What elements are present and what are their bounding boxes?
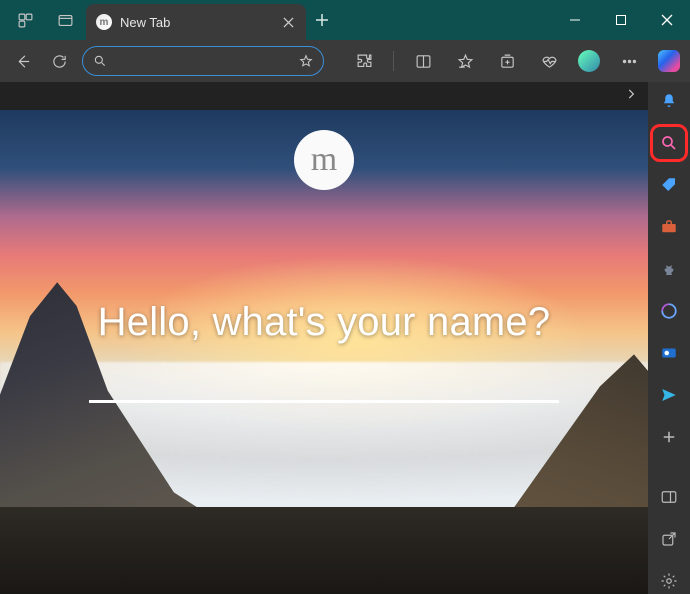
bell-icon [660,92,678,110]
outlook-icon [660,344,678,362]
collections-icon [499,53,516,70]
tab-actions-icon[interactable] [52,7,78,33]
browser-tab[interactable]: m New Tab [86,4,306,40]
address-bar[interactable] [82,46,324,76]
titlebar: m New Tab [0,0,690,40]
minimize-button[interactable] [552,0,598,40]
separator [393,51,394,71]
sidebar-search[interactable] [656,130,682,156]
close-icon [283,17,294,28]
plus-icon [315,13,329,27]
sidebar-office[interactable] [656,298,682,324]
window-controls [552,0,690,40]
back-icon [15,53,32,70]
sidebar-shopping[interactable] [656,172,682,198]
background-foreground [0,507,648,594]
new-tab-button[interactable] [306,0,338,40]
office-icon [660,302,678,320]
split-screen-button[interactable] [410,48,436,74]
sidebar [648,82,690,594]
panel-icon [660,488,678,506]
toolbar-right-group [351,48,680,74]
tab-favicon: m [96,14,112,30]
address-input[interactable] [115,54,291,69]
greeting-text: Hello, what's your name? [0,300,648,345]
plus-icon [660,428,678,446]
split-screen-icon [415,53,432,70]
profile-avatar[interactable] [578,50,600,72]
page-settings-chevron[interactable] [624,87,638,106]
page-content: m Hello, what's your name? [0,82,648,594]
favorites-star-icon [457,53,474,70]
search-icon [660,134,678,152]
browser-window: m New Tab [0,0,690,594]
refresh-icon [51,53,68,70]
name-input-underline[interactable] [89,400,559,403]
sidebar-outlook[interactable] [656,340,682,366]
back-button[interactable] [10,48,36,74]
close-tab-button[interactable] [280,14,296,30]
content-row: m Hello, what's your name? [0,82,690,594]
star-icon[interactable] [299,54,313,68]
send-icon [660,386,678,404]
sidebar-settings[interactable] [656,568,682,594]
sidebar-popout[interactable] [656,526,682,552]
gear-icon [660,572,678,590]
search-icon [93,54,107,68]
msn-logo: m [294,130,354,190]
briefcase-icon [660,218,678,236]
tag-icon [660,176,678,194]
refresh-button[interactable] [46,48,72,74]
sidebar-panel-toggle[interactable] [656,484,682,510]
collections-button[interactable] [494,48,520,74]
titlebar-left-group [0,0,78,40]
sidebar-tools[interactable] [656,214,682,240]
toolbar [0,40,690,82]
favorites-button[interactable] [452,48,478,74]
copilot-button[interactable] [658,50,680,72]
tab-title: New Tab [120,15,170,30]
extensions-button[interactable] [351,48,377,74]
chevron-right-icon [624,87,638,101]
popout-icon [660,530,678,548]
heart-pulse-icon [541,53,558,70]
sidebar-add[interactable] [656,424,682,450]
close-window-button[interactable] [644,0,690,40]
more-icon [621,53,638,70]
hero-area: m Hello, what's your name? [0,110,648,594]
more-button[interactable] [616,48,642,74]
health-button[interactable] [536,48,562,74]
sidebar-bell[interactable] [656,88,682,114]
sidebar-drop[interactable] [656,382,682,408]
workspaces-icon[interactable] [12,7,38,33]
maximize-button[interactable] [598,0,644,40]
puzzle-icon [356,53,373,70]
page-top-bar [0,82,648,110]
sidebar-games[interactable] [656,256,682,282]
chess-icon [660,260,678,278]
